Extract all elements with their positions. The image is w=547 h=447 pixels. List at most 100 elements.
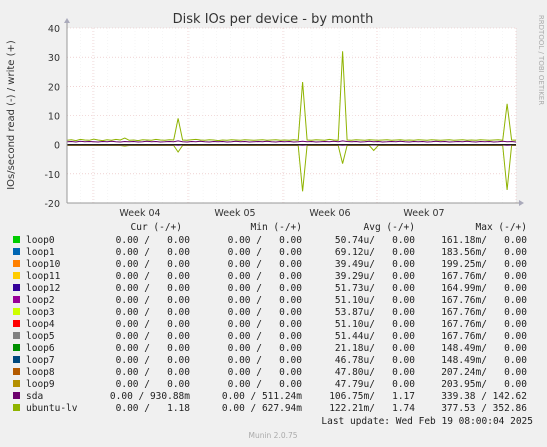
legend-avg: 21.18u/ 0.00 (335, 343, 415, 354)
y-tick-label: 0 (54, 141, 60, 152)
x-tick-label: Week 04 (119, 208, 160, 219)
legend-cur: 0.00 / 0.00 (116, 247, 191, 258)
legend-header-max: Max (-/+) (476, 222, 527, 233)
legend-swatch (13, 308, 20, 315)
legend-max: 167.76m/ 0.00 (441, 271, 527, 282)
legend-name: ubuntu-lv (26, 403, 78, 414)
legend-min: 0.00 / 0.00 (228, 307, 303, 318)
y-axis-label: IOs/second read (-) / write (+) (6, 40, 17, 190)
legend-cur: 0.00 / 0.00 (116, 235, 191, 246)
legend-avg: 51.44u/ 0.00 (335, 331, 415, 342)
legend-name: loop0 (26, 235, 55, 246)
legend-cur: 0.00 / 0.00 (116, 259, 191, 270)
legend-max: 203.95m/ 0.00 (441, 379, 527, 390)
legend-min: 0.00 / 0.00 (228, 331, 303, 342)
legend-max: 167.76m/ 0.00 (441, 307, 527, 318)
legend-avg: 51.73u/ 0.00 (335, 283, 415, 294)
legend-swatch (13, 404, 20, 411)
legend-cur: 0.00 / 0.00 (116, 271, 191, 282)
y-tick-label: 10 (48, 112, 60, 123)
legend-avg: 51.10u/ 0.00 (335, 319, 415, 330)
legend-cur: 0.00 / 1.18 (116, 403, 191, 414)
legend-cur: 0.00 / 0.00 (116, 379, 191, 390)
legend-min: 0.00 / 0.00 (228, 247, 303, 258)
legend-swatch (13, 368, 20, 375)
legend-name: loop9 (26, 379, 55, 390)
legend-cur: 0.00 / 0.00 (116, 307, 191, 318)
chart-svg: Disk IOs per device - by month IOs/secon… (0, 0, 547, 443)
legend-min: 0.00 / 0.00 (228, 235, 303, 246)
legend-cur: 0.00 / 930.88m (110, 391, 190, 402)
legend-swatch (13, 296, 20, 303)
legend-avg: 122.21m/ 1.74 (329, 403, 415, 414)
legend-swatch (13, 284, 20, 291)
y-tick-label: -20 (44, 199, 60, 210)
y-tick-label: -10 (44, 170, 60, 181)
legend-header-cur: Cur (-/+) (131, 222, 182, 233)
legend-max: 148.49m/ 0.00 (441, 343, 527, 354)
legend-name: loop2 (26, 295, 55, 306)
munin-version: Munin 2.0.75 (248, 431, 297, 440)
legend-max: 207.24m/ 0.00 (441, 367, 527, 378)
y-tick-label: 20 (48, 82, 60, 93)
legend-avg: 47.80u/ 0.00 (335, 367, 415, 378)
legend-cur: 0.00 / 0.00 (116, 283, 191, 294)
legend-max: 161.18m/ 0.00 (441, 235, 527, 246)
legend-avg: 39.49u/ 0.00 (335, 259, 415, 270)
legend-avg: 106.75m/ 1.17 (329, 391, 415, 402)
legend-swatch (13, 272, 20, 279)
legend-min: 0.00 / 0.00 (228, 259, 303, 270)
legend-max: 377.53 / 352.86 (441, 403, 527, 414)
legend-max: 199.25m/ 0.00 (441, 259, 527, 270)
legend-swatch (13, 260, 20, 267)
legend-name: loop3 (26, 307, 55, 318)
legend-avg: 69.12u/ 0.00 (335, 247, 415, 258)
x-tick-label: Week 05 (214, 208, 255, 219)
rrdtool-credit: RRDTOOL / TOBI OETIKER (537, 15, 545, 105)
y-tick-label: 40 (48, 24, 60, 35)
legend-swatch (13, 332, 20, 339)
legend-max: 167.76m/ 0.00 (441, 295, 527, 306)
legend-name: sda (26, 391, 43, 402)
legend-min: 0.00 / 0.00 (228, 283, 303, 294)
legend-min: 0.00 / 511.24m (222, 391, 302, 402)
legend-avg: 46.78u/ 0.00 (335, 355, 415, 366)
x-tick-label: Week 07 (403, 208, 444, 219)
legend-max: 167.76m/ 0.00 (441, 319, 527, 330)
legend-max: 183.56m/ 0.00 (441, 247, 527, 258)
legend-min: 0.00 / 0.00 (228, 379, 303, 390)
legend-name: loop4 (26, 319, 55, 330)
legend-swatch (13, 356, 20, 363)
legend-avg: 50.74u/ 0.00 (335, 235, 415, 246)
legend-header-avg: Avg (-/+) (364, 222, 415, 233)
legend-avg: 53.87u/ 0.00 (335, 307, 415, 318)
legend-min: 0.00 / 0.00 (228, 319, 303, 330)
legend-min: 0.00 / 0.00 (228, 271, 303, 282)
legend-max: 339.38 / 142.62 (441, 391, 527, 402)
legend-min: 0.00 / 627.94m (222, 403, 302, 414)
y-tick-label: 30 (48, 53, 60, 64)
legend-name: loop10 (26, 259, 61, 270)
legend-min: 0.00 / 0.00 (228, 367, 303, 378)
legend-min: 0.00 / 0.00 (228, 295, 303, 306)
legend-cur: 0.00 / 0.00 (116, 355, 191, 366)
legend-cur: 0.00 / 0.00 (116, 367, 191, 378)
legend-swatch (13, 344, 20, 351)
legend-avg: 39.29u/ 0.00 (335, 271, 415, 282)
legend-name: loop5 (26, 331, 55, 342)
legend-min: 0.00 / 0.00 (228, 343, 303, 354)
legend-avg: 47.79u/ 0.00 (335, 379, 415, 390)
legend-cur: 0.00 / 0.00 (116, 343, 191, 354)
legend-name: loop6 (26, 343, 55, 354)
munin-graph: Disk IOs per device - by month IOs/secon… (0, 0, 547, 443)
last-update: Last update: Wed Feb 19 08:00:04 2025 (321, 416, 533, 427)
legend-cur: 0.00 / 0.00 (116, 295, 191, 306)
chart-title: Disk IOs per device - by month (173, 12, 374, 27)
legend-cur: 0.00 / 0.00 (116, 319, 191, 330)
legend-name: loop8 (26, 367, 55, 378)
legend-swatch (13, 392, 20, 399)
legend-min: 0.00 / 0.00 (228, 355, 303, 366)
legend-cur: 0.00 / 0.00 (116, 331, 191, 342)
legend-name: loop11 (26, 271, 61, 282)
x-tick-label: Week 06 (309, 208, 350, 219)
